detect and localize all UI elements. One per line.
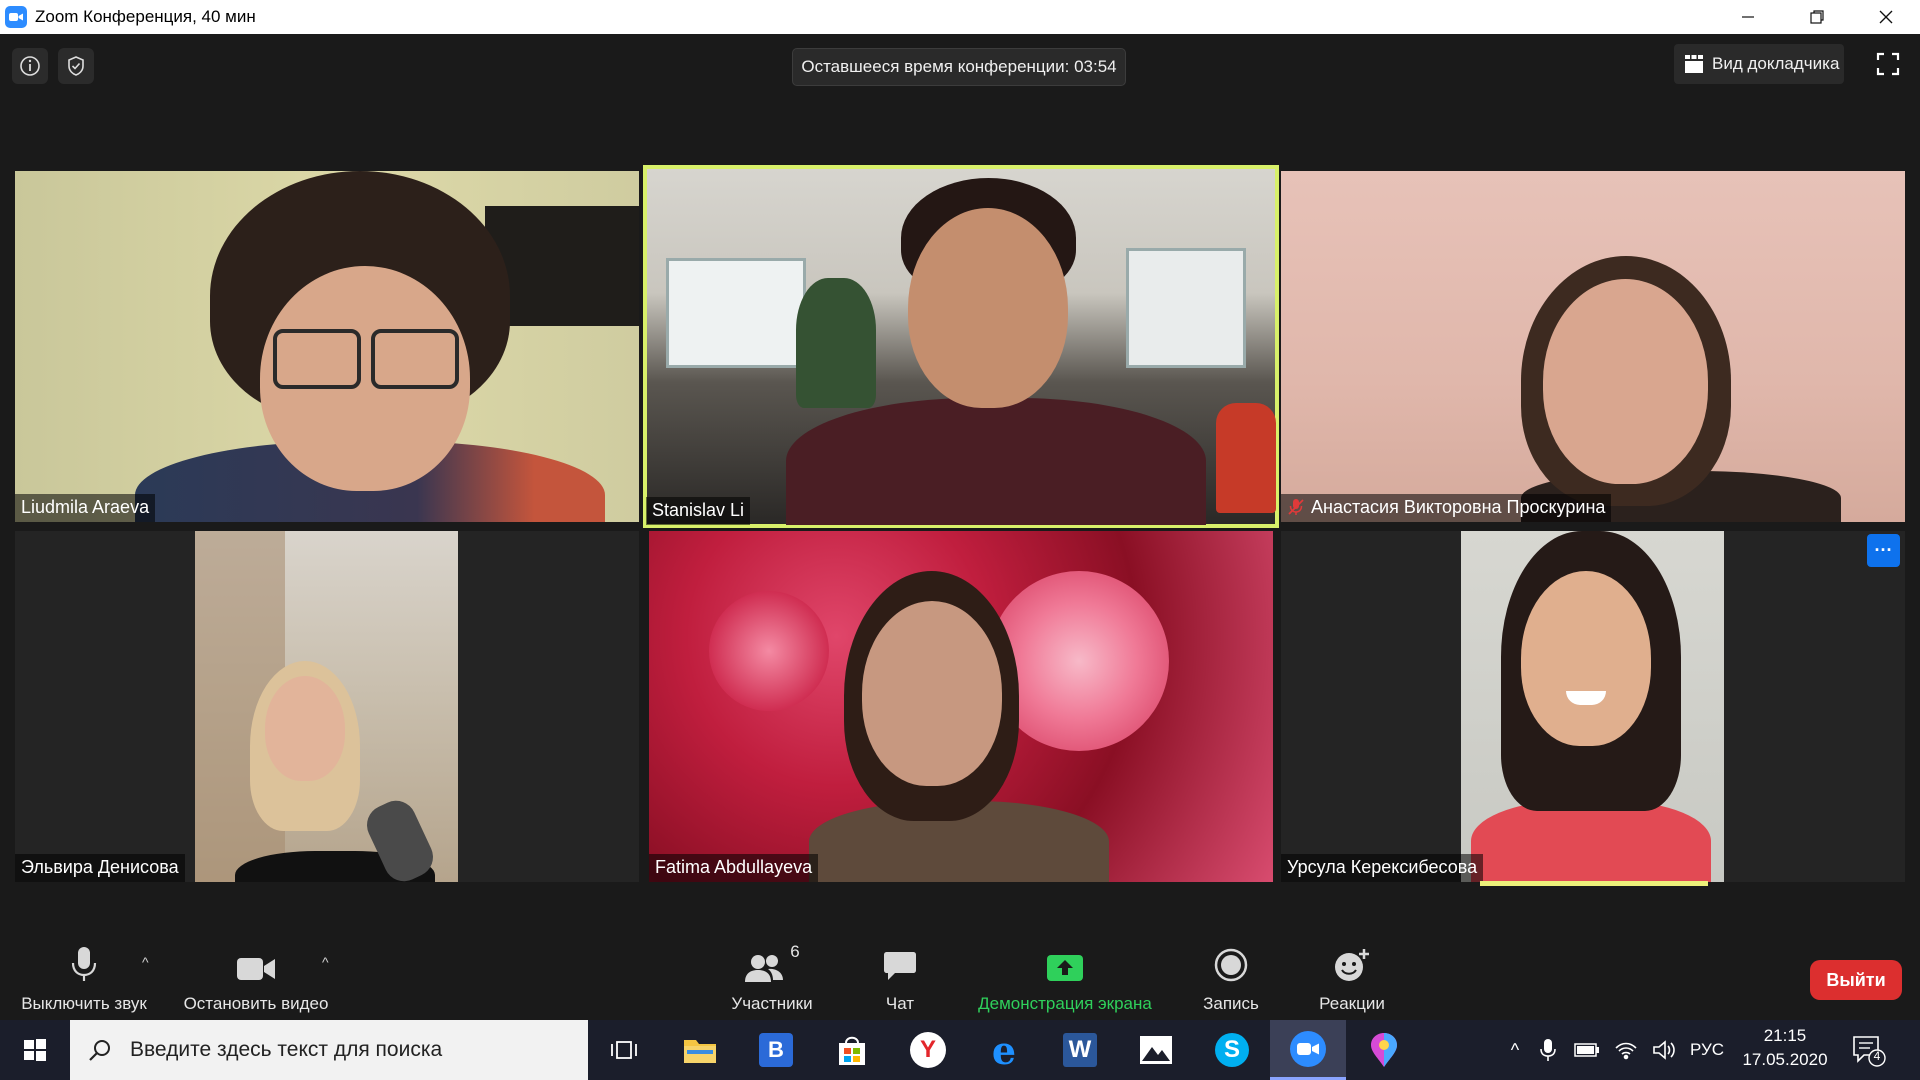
task-view-icon[interactable] (586, 1020, 662, 1080)
participant-name: Fatima Abdullayeva (649, 854, 819, 882)
share-screen-button[interactable]: Демонстрация экрана (968, 930, 1162, 1014)
info-icon[interactable] (12, 48, 48, 84)
participant-name: Анастасия Викторовна Проскурина (1281, 494, 1612, 522)
participants-button[interactable]: 6 Участники (720, 930, 824, 1014)
stop-video-label: Остановить видео (183, 994, 329, 1013)
wifi-icon[interactable] (1614, 1040, 1638, 1060)
minimize-button[interactable] (1713, 0, 1782, 34)
tray-microphone-icon[interactable] (1540, 1038, 1556, 1062)
share-screen-icon (1047, 955, 1083, 981)
window-titlebar: Zoom Конференция, 40 мин (0, 0, 1920, 34)
share-screen-label: Демонстрация экрана (978, 994, 1152, 1013)
participant-name-text: Анастасия Викторовна Проскурина (1311, 497, 1606, 517)
participant-video-feed (195, 531, 458, 882)
maps-pin-icon[interactable] (1346, 1020, 1422, 1080)
windows-start-icon[interactable] (0, 1020, 70, 1080)
participant-name: Урсула Керексибесова (1281, 854, 1484, 882)
close-button[interactable] (1851, 0, 1920, 34)
search-placeholder: Введите здесь текст для поиска (130, 1038, 443, 1061)
record-label: Запись (1203, 994, 1259, 1013)
video-tile[interactable]: Анастасия Викторовна Проскурина (1281, 171, 1905, 522)
restore-button[interactable] (1782, 0, 1851, 34)
reactions-label: Реакции (1319, 994, 1385, 1013)
participant-video-feed (1461, 531, 1724, 882)
chat-icon (884, 952, 916, 980)
video-tile[interactable]: Liudmila Araeva (15, 171, 639, 522)
taskbar-clock[interactable]: 21:15 17.05.2020 (1730, 1024, 1840, 1072)
speaker-view-label: Вид докладчика (1712, 54, 1840, 73)
zoom-app-icon (5, 6, 27, 28)
fullscreen-icon[interactable] (1872, 48, 1904, 80)
remaining-time-banner: Оставшееся время конференции: 03:54 (792, 48, 1126, 86)
speaker-view-icon (1685, 55, 1703, 73)
photos-icon[interactable] (1118, 1020, 1194, 1080)
search-icon (89, 1040, 110, 1061)
zoom-taskbar-icon[interactable] (1270, 1020, 1346, 1080)
tile-more-options-button[interactable]: ··· (1867, 534, 1900, 567)
participant-name: Эльвира Денисова (15, 854, 185, 882)
stop-video-button[interactable]: Остановить видео (176, 930, 336, 1014)
record-button[interactable]: Запись (1196, 930, 1266, 1014)
tray-overflow-chevron-icon[interactable]: ^ (1500, 1040, 1530, 1061)
participants-count: 6 (790, 942, 800, 961)
taskbar-search-box[interactable]: Введите здесь текст для поиска (70, 1020, 588, 1080)
office-plant (796, 278, 876, 408)
audio-options-caret-icon[interactable]: ^ (142, 954, 149, 970)
mute-label: Выключить звук (21, 994, 147, 1013)
participant-name: Liudmila Araeva (15, 494, 156, 522)
video-camera-icon (237, 958, 275, 980)
microphone-icon (71, 947, 97, 981)
volume-icon[interactable] (1652, 1039, 1676, 1061)
reactions-button[interactable]: Реакции (1310, 930, 1394, 1014)
microphone-muted-icon (1288, 499, 1304, 515)
reactions-icon (1335, 949, 1369, 981)
notification-center-icon[interactable]: 4 (1852, 1033, 1886, 1067)
speaker-view-button[interactable]: Вид докладчика (1674, 44, 1844, 84)
clock-time: 21:15 (1763, 1026, 1807, 1045)
participants-icon (745, 955, 784, 982)
flower-background (709, 591, 829, 711)
leave-meeting-button[interactable]: Выйти (1810, 960, 1902, 1000)
video-tile[interactable]: Урсула Керексибесова (1281, 531, 1905, 882)
speaking-indicator (1480, 881, 1708, 886)
meeting-top-bar: Оставшееся время конференции: 03:54 Вид … (0, 34, 1920, 162)
video-tile-active-speaker[interactable]: Stanislav Li (643, 165, 1279, 528)
input-language-indicator[interactable]: РУС (1690, 1040, 1724, 1060)
mute-button[interactable]: Выключить звук (14, 930, 154, 1014)
notification-count: 4 (1873, 1049, 1881, 1063)
word-icon[interactable]: W (1042, 1020, 1118, 1080)
window-title: Zoom Конференция, 40 мин (35, 7, 256, 26)
chat-button[interactable]: Чат (868, 930, 932, 1014)
record-icon (1214, 948, 1248, 982)
microsoft-store-icon[interactable] (814, 1020, 890, 1080)
video-tile[interactable]: Эльвира Денисова (15, 531, 639, 882)
video-options-caret-icon[interactable]: ^ (322, 954, 329, 970)
video-tile[interactable]: Fatima Abdullayeva (649, 531, 1273, 882)
vk-browser-icon[interactable]: B (738, 1020, 814, 1080)
clock-date: 17.05.2020 (1742, 1050, 1828, 1069)
red-chair (1216, 403, 1276, 513)
participant-name: Stanislav Li (646, 497, 751, 525)
skype-icon[interactable]: S (1194, 1020, 1270, 1080)
battery-icon[interactable] (1574, 1042, 1600, 1058)
file-explorer-icon[interactable] (662, 1020, 738, 1080)
meeting-toolbar: Выключить звук ^ Остановить видео ^ 6 Уч… (0, 930, 1920, 1020)
chat-label: Чат (885, 994, 915, 1013)
yandex-browser-icon[interactable]: Y (890, 1020, 966, 1080)
participants-label: Участники (731, 994, 813, 1013)
office-window (666, 258, 806, 368)
shield-icon[interactable] (58, 48, 94, 84)
edge-browser-icon[interactable]: e (966, 1020, 1042, 1080)
office-window (1126, 248, 1246, 368)
